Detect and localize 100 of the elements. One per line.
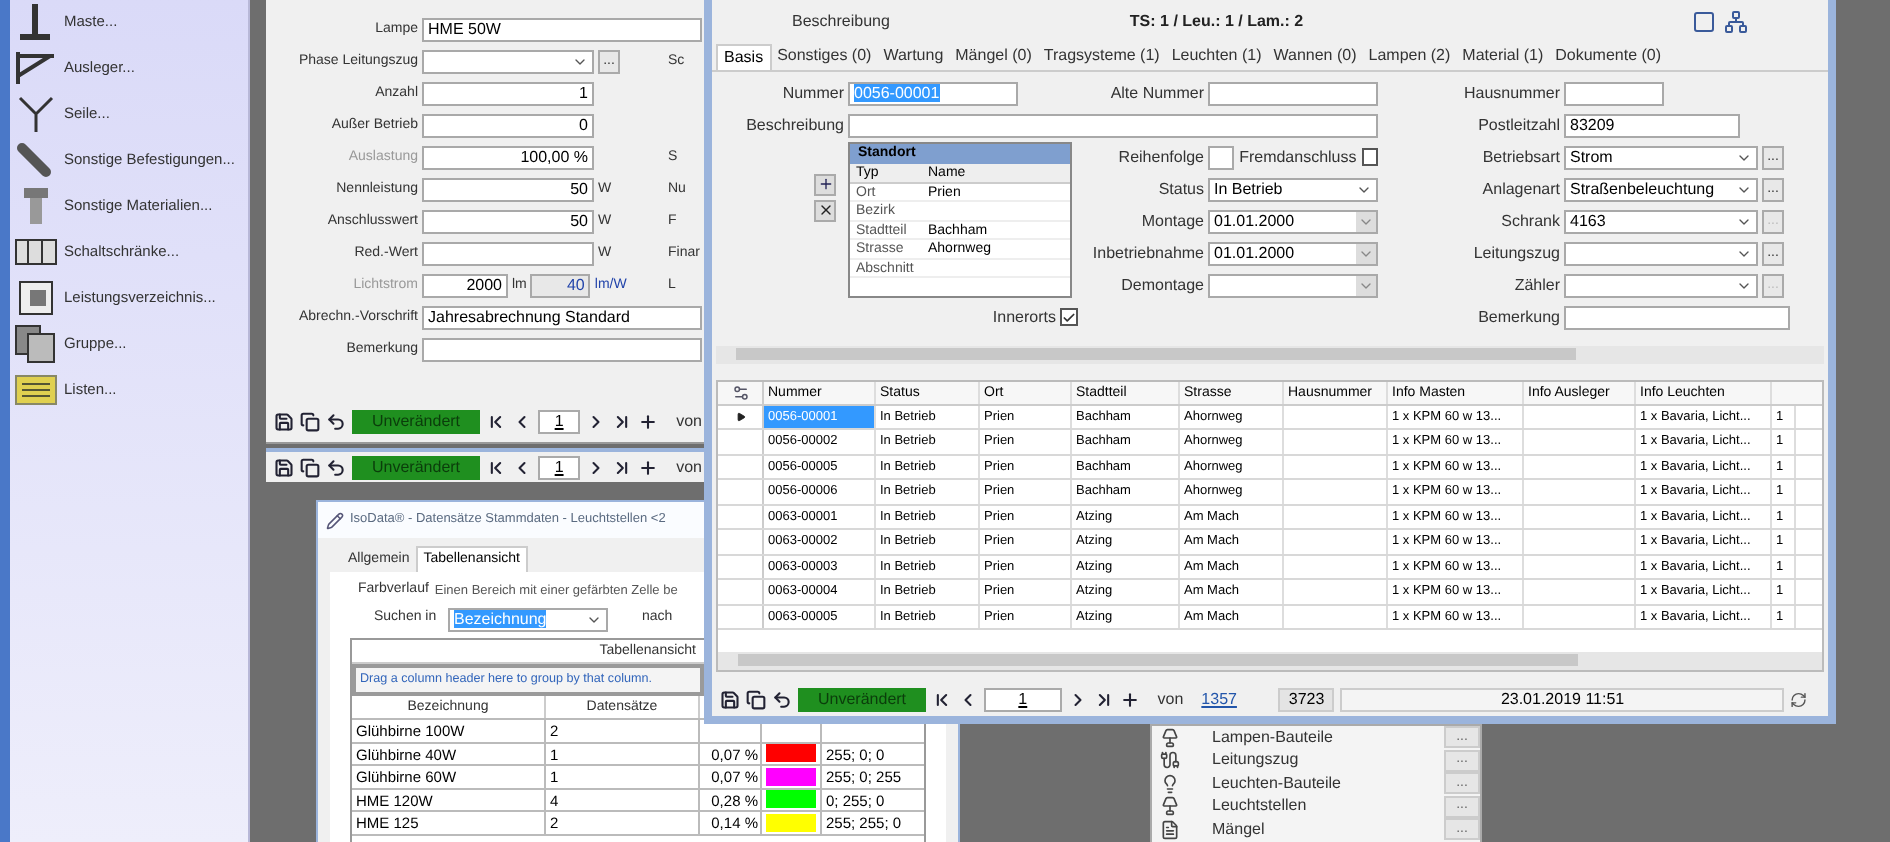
last-record-icon[interactable] xyxy=(612,458,633,478)
field-label: Nummer xyxy=(780,81,846,106)
last-record-icon[interactable] xyxy=(612,412,633,432)
field-label: Leitungszug xyxy=(1471,241,1562,266)
app-icon xyxy=(326,511,344,529)
menu-item[interactable]: Lampen-Bauteile xyxy=(1212,725,1444,750)
book-icon xyxy=(14,278,58,318)
refresh-icon[interactable] xyxy=(1790,689,1809,710)
input-field[interactable] xyxy=(422,338,702,362)
dropdown[interactable]: 01.01.2000 xyxy=(1208,241,1378,266)
add-record-icon[interactable] xyxy=(638,458,659,478)
input-field[interactable] xyxy=(1564,305,1790,330)
input-field[interactable] xyxy=(1208,81,1378,106)
add-record-icon[interactable] xyxy=(638,412,659,432)
record-field[interactable]: 1 xyxy=(538,456,581,480)
tab[interactable]: Sonstiges (0) xyxy=(771,43,878,70)
field-label: Postleitzahl xyxy=(1476,113,1562,138)
menu-item[interactable]: Leuchten-Bauteile xyxy=(1212,771,1444,796)
first-record-icon[interactable] xyxy=(486,458,507,478)
input-field[interactable] xyxy=(1208,145,1234,170)
tab[interactable]: Wartung xyxy=(877,43,950,70)
current-row-icon xyxy=(735,411,745,422)
field-label: Montage xyxy=(1139,209,1206,234)
selected-text: 0056-00001 xyxy=(854,83,940,102)
of-label: von xyxy=(1157,687,1184,712)
input-field[interactable]: 50 xyxy=(422,178,594,202)
close-icon xyxy=(817,202,833,219)
save-icon[interactable] xyxy=(720,689,740,710)
record-field[interactable]: 1 xyxy=(984,687,1062,712)
column-chooser-icon[interactable] xyxy=(731,383,749,402)
input-field[interactable] xyxy=(422,242,594,266)
dropdown[interactable]: Strom xyxy=(1564,145,1758,170)
input-field[interactable]: 83209 xyxy=(1564,113,1740,138)
input-field[interactable] xyxy=(848,113,1378,138)
horizontal-scrollbar[interactable] xyxy=(716,345,1824,364)
input-field[interactable]: 50 xyxy=(422,210,594,234)
lamp-icon xyxy=(1160,727,1180,748)
rope-icon xyxy=(14,94,58,134)
input-field[interactable]: 0 xyxy=(422,114,594,138)
dropdown[interactable]: In Betrieb xyxy=(1208,177,1378,202)
check-icon xyxy=(1062,309,1076,326)
menu-item[interactable]: Leitungszug xyxy=(1212,748,1444,773)
input-field[interactable]: Jahresabrechnung Standard xyxy=(422,306,702,330)
tree-icon[interactable] xyxy=(1724,9,1748,34)
tab[interactable]: Basis xyxy=(716,43,772,70)
tab[interactable]: Wannen (0) xyxy=(1267,43,1363,70)
of-label: von xyxy=(676,410,702,434)
record-summary: TS: 1 / Leu.: 1 / Lam.: 2 xyxy=(1129,9,1304,34)
checkbox-label: Innerorts xyxy=(992,305,1056,330)
last-record-icon[interactable] xyxy=(1093,689,1114,710)
input-field[interactable]: 1 xyxy=(422,82,594,106)
tab[interactable]: Leuchten (1) xyxy=(1165,43,1268,70)
status-indicator: Unverändert xyxy=(798,687,927,712)
status-indicator: Unverändert xyxy=(352,410,481,434)
remove-button[interactable] xyxy=(814,199,836,222)
undo-icon[interactable] xyxy=(326,458,346,478)
checkbox[interactable] xyxy=(1362,148,1378,167)
checkbox-label: Fremdanschluss xyxy=(1239,145,1357,170)
arm-icon xyxy=(14,48,58,88)
tab[interactable]: Lampen (2) xyxy=(1362,43,1457,70)
record-field[interactable]: 1 xyxy=(538,410,581,434)
field-label: Schrank xyxy=(1499,209,1562,234)
record-total-link[interactable]: 1357 xyxy=(1201,687,1237,712)
cable-icon xyxy=(1160,750,1180,771)
copy-icon[interactable] xyxy=(300,458,320,478)
input-field[interactable]: HME 50W xyxy=(422,18,702,42)
menu-item[interactable]: Leuchtstellen xyxy=(1212,794,1444,819)
field-label: Zähler xyxy=(1512,273,1562,298)
field-label: Betriebsart xyxy=(1480,145,1562,170)
first-record-icon[interactable] xyxy=(932,689,953,710)
save-icon[interactable] xyxy=(274,458,294,478)
plus-icon xyxy=(817,176,833,193)
timestamp: 23.01.2019 11:51 xyxy=(1340,687,1785,712)
tab[interactable]: Dokumente (0) xyxy=(1549,43,1668,70)
status-indicator: Unverändert xyxy=(352,456,481,480)
tab[interactable]: Tragsysteme (1) xyxy=(1037,43,1166,70)
field-label: Demontage xyxy=(1119,273,1206,298)
undo-icon[interactable] xyxy=(326,412,346,432)
dropdown[interactable]: Straßenbeleuchtung xyxy=(1564,177,1758,202)
field-label: Status xyxy=(1156,177,1206,202)
field-label: Reihenfolge xyxy=(1116,145,1206,170)
record-count: 3723 xyxy=(1278,687,1335,712)
dropdown[interactable]: 01.01.2000 xyxy=(1208,209,1378,234)
field-label: Hausnummer xyxy=(1461,81,1562,106)
add-record-icon[interactable] xyxy=(1119,689,1140,710)
checkbox[interactable] xyxy=(1060,308,1078,327)
window-layout-icon[interactable] xyxy=(1692,9,1716,34)
add-button[interactable] xyxy=(814,173,836,196)
tab[interactable]: Mängel (0) xyxy=(949,43,1038,70)
input-field[interactable] xyxy=(1564,81,1664,106)
copy-icon[interactable] xyxy=(746,689,766,710)
field-label: Alte Nummer xyxy=(1108,81,1206,106)
menu-item[interactable]: Mängel xyxy=(1212,817,1444,842)
of-label: von xyxy=(676,456,702,480)
tab[interactable]: Material (1) xyxy=(1456,43,1550,70)
undo-icon[interactable] xyxy=(772,689,792,710)
first-record-icon[interactable] xyxy=(486,412,507,432)
copy-icon[interactable] xyxy=(300,412,320,432)
horizontal-scrollbar[interactable] xyxy=(718,651,1822,670)
save-icon[interactable] xyxy=(274,412,294,432)
